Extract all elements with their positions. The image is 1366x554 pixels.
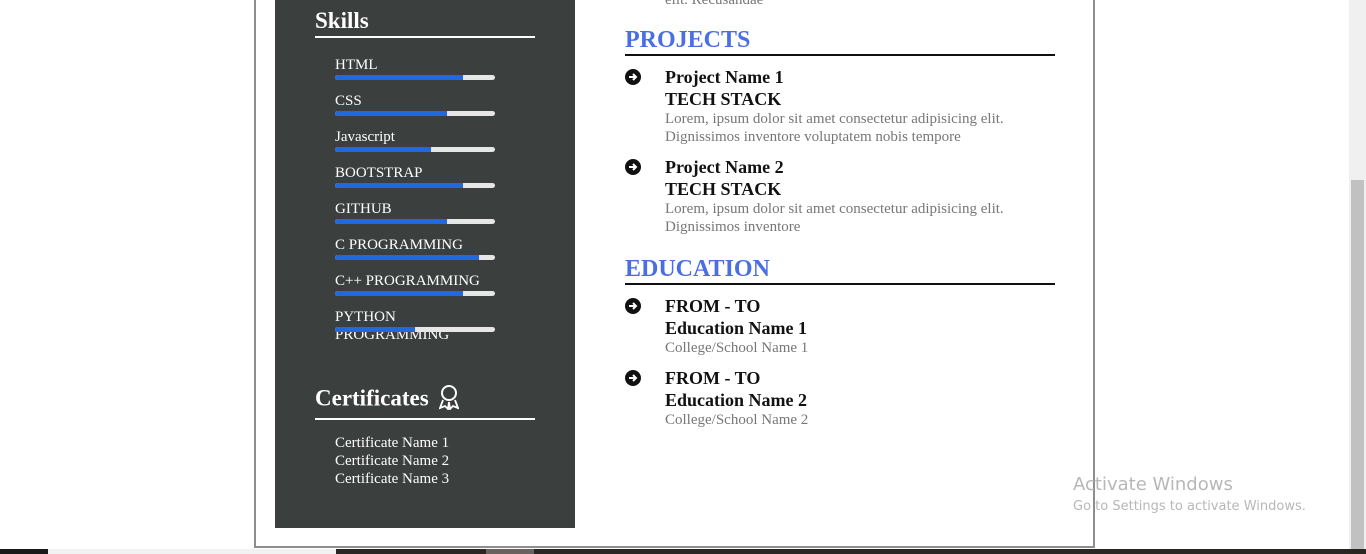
skill-name: BOOTSTRAP: [335, 165, 423, 181]
education-school: College/School Name 1: [665, 340, 809, 356]
skill-progress-bar: [335, 111, 495, 116]
skill-item: C PROGRAMMING: [335, 236, 505, 260]
skill-name: GITHUB: [335, 201, 392, 217]
certificate-item: Certificate Name 3: [335, 471, 450, 487]
skill-progress-fill: [335, 291, 463, 296]
education-name: Education Name 1: [665, 318, 808, 338]
skill-name: Javascript: [335, 129, 395, 145]
education-school: College/School Name 2: [665, 412, 809, 428]
project-description: Lorem, ipsum dolor sit amet consectetur …: [665, 111, 1004, 145]
skill-progress-fill: [335, 147, 431, 152]
projects-heading: PROJECTS: [625, 26, 1055, 56]
skill-item: BOOTSTRAP: [335, 164, 505, 188]
skill-item: Javascript: [335, 128, 505, 152]
skill-name: PYTHON PROGRAMMING: [335, 309, 450, 343]
watermark-subtitle: Go to Settings to activate Windows.: [1073, 499, 1306, 514]
resume-sidebar: Skills HTML CSS Javascript BOOTSTRAP GITHUB C…: [275, 0, 575, 528]
arrow-right-circle-icon: [625, 298, 641, 314]
skill-progress-fill: [335, 327, 415, 332]
skill-progress-bar: [335, 291, 495, 296]
award-ribbon-icon: [438, 384, 460, 416]
skill-progress-fill: [335, 75, 463, 80]
project-tech-stack: TECH STACK: [665, 89, 782, 109]
activate-windows-watermark: Activate Windows Go to Settings to activ…: [1073, 474, 1306, 516]
skill-progress-bar: [335, 75, 495, 80]
skill-item: C++ PROGRAMMING: [335, 272, 505, 296]
skills-heading: Skills: [315, 8, 535, 38]
education-heading: EDUCATION: [625, 255, 1055, 285]
taskbar-strip: [0, 549, 1366, 554]
skill-item: CSS: [335, 92, 505, 116]
skill-progress-bar: [335, 219, 495, 224]
project-name: Project Name 2: [665, 157, 784, 177]
education-period: FROM - TO: [665, 296, 761, 316]
cut-off-text: elit. Recusandae: [665, 0, 764, 8]
education-period: FROM - TO: [665, 368, 761, 388]
skill-progress-bar: [335, 255, 495, 260]
certificate-item: Certificate Name 1: [335, 435, 450, 451]
skill-name: C++ PROGRAMMING: [335, 273, 480, 289]
certificates-heading-label: Certificates: [315, 385, 429, 411]
skill-progress-bar: [335, 147, 495, 152]
certificates-heading: Certificates: [315, 384, 535, 420]
skill-name: C PROGRAMMING: [335, 237, 463, 253]
skill-progress-fill: [335, 111, 447, 116]
skill-name: HTML: [335, 57, 378, 73]
skill-item: GITHUB: [335, 200, 505, 224]
skill-progress-bar: [335, 327, 495, 332]
skill-item: HTML: [335, 56, 505, 80]
certificate-item: Certificate Name 2: [335, 453, 450, 469]
scrollbar-thumb[interactable]: [1351, 180, 1364, 554]
skill-progress-fill: [335, 255, 479, 260]
project-description: Lorem, ipsum dolor sit amet consectetur …: [665, 201, 1004, 235]
skill-name: CSS: [335, 93, 362, 109]
skill-progress-bar: [335, 183, 495, 188]
education-name: Education Name 2: [665, 390, 808, 410]
watermark-title: Activate Windows: [1073, 474, 1233, 495]
skill-item: PYTHON PROGRAMMING: [335, 308, 505, 343]
skill-progress-fill: [335, 183, 463, 188]
project-name: Project Name 1: [665, 67, 784, 87]
arrow-right-circle-icon: [625, 159, 641, 175]
arrow-right-circle-icon: [625, 370, 641, 386]
arrow-right-circle-icon: [625, 69, 641, 85]
certificates-list: Certificate Name 1 Certificate Name 2 Ce…: [335, 434, 449, 488]
skill-progress-fill: [335, 219, 447, 224]
project-tech-stack: TECH STACK: [665, 179, 782, 199]
vertical-scrollbar[interactable]: [1349, 0, 1366, 554]
